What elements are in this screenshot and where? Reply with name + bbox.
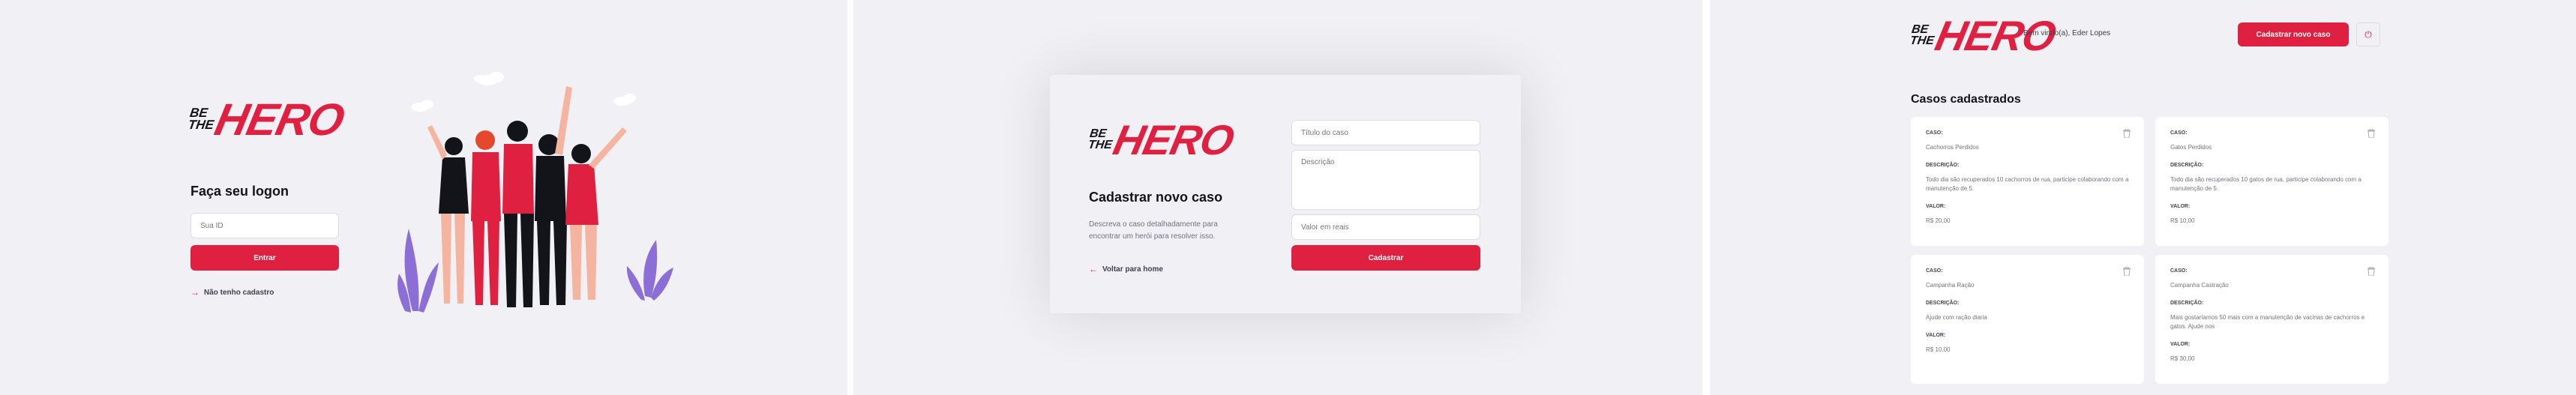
case-card: CASO: Campanha Ração DESCRIÇÃO: Ajude co… [1911, 255, 2144, 384]
description-label: DESCRIÇÃO: [2170, 301, 2204, 306]
logo-word-hero: HERO [210, 94, 349, 145]
case-description: Todo dia são recuperados 10 gatos de rua… [2170, 176, 2362, 192]
new-case-button[interactable]: Cadastrar novo caso [2238, 22, 2349, 46]
case-card: CASO: Cachorros Perdidos DESCRIÇÃO: Todo… [1911, 117, 2144, 246]
case-value: R$ 30,00 [2170, 355, 2195, 362]
register-link-label: Não tenho cadastro [204, 288, 274, 297]
power-icon: ⏻ [2365, 28, 2372, 40]
case-value: R$ 20,00 [1926, 217, 1951, 224]
case-description: Todo dia são recuperados 10 cachorros de… [1926, 176, 2129, 192]
trash-icon[interactable] [2368, 129, 2375, 138]
value-label: VALOR: [1926, 204, 1946, 209]
back-home-link[interactable]: ← Voltar para home [1089, 264, 1163, 274]
case-label: CASO: [1926, 268, 1943, 274]
case-card: CASO: Campanha Castração DESCRIÇÃO: Mais… [2155, 255, 2389, 384]
new-case-screen: BE THE HERO Cadastrar novo caso Descreva … [853, 0, 1702, 395]
logon-title: Faça seu logon [190, 184, 289, 199]
description-label: DESCRIÇÃO: [1926, 163, 1960, 168]
be-the-hero-logo: BE THE HERO [1087, 115, 1238, 164]
case-description-textarea[interactable] [1291, 150, 1480, 210]
register-link[interactable]: → Não tenho cadastro [190, 287, 274, 298]
id-input[interactable] [190, 213, 339, 238]
page-title: Cadastrar novo caso [1089, 190, 1223, 205]
arrow-left-icon: ← [1089, 264, 1098, 274]
logo-line-the: THE [1909, 34, 1936, 48]
description-label: DESCRIÇÃO: [2170, 163, 2204, 168]
new-case-card: BE THE HERO Cadastrar novo caso Descreva … [1050, 75, 1521, 313]
page-description: Descreva o caso detalhadamente para enco… [1089, 220, 1218, 241]
case-card: CASO: Gatos Perdidos DESCRIÇÃO: Todo dia… [2155, 117, 2389, 246]
case-title: Gatos Perdidos [2170, 144, 2212, 151]
value-label: VALOR: [2170, 342, 2191, 347]
login-button[interactable]: Entrar [190, 245, 339, 271]
back-home-label: Voltar para home [1102, 265, 1163, 274]
be-the-hero-logo: BE THE HERO [187, 94, 349, 145]
logo-line-the: THE [187, 118, 215, 133]
heroes-illustration [397, 72, 673, 313]
case-title-input[interactable] [1291, 120, 1480, 145]
case-description: Mais gostaríamos 50 mais com a manutençã… [2170, 314, 2365, 330]
trash-icon[interactable] [2123, 267, 2131, 276]
logo-word-hero: HERO [1109, 116, 1238, 163]
profile-screen: BE THE HERO Bem vindo(a), Eder Lopes Cada… [1710, 0, 2576, 395]
case-value: R$ 10,00 [2170, 217, 2195, 224]
case-label: CASO: [2170, 130, 2188, 136]
trash-icon[interactable] [2368, 267, 2375, 276]
case-label: CASO: [2170, 268, 2188, 274]
case-title: Cachorros Perdidos [1926, 144, 1979, 151]
case-label: CASO: [1926, 130, 1943, 136]
case-title: Campanha Castração [2170, 282, 2229, 289]
trash-icon[interactable] [2123, 129, 2131, 138]
case-title: Campanha Ração [1926, 282, 1975, 289]
logon-screen: BETHE HERO Faça seu logon Entrar → Não t… [0, 0, 847, 395]
logout-button[interactable]: ⏻ [2356, 22, 2380, 46]
logo-line-the: THE [1087, 139, 1114, 152]
value-label: VALOR: [2170, 204, 2191, 209]
register-case-button[interactable]: Cadastrar [1291, 245, 1480, 271]
case-value-input[interactable] [1291, 214, 1480, 240]
case-description: Ajude com ração diaria [1926, 314, 1987, 321]
welcome-text: Bem vindo(a), Eder Lopes [2023, 29, 2111, 37]
description-label: DESCRIÇÃO: [1926, 301, 1960, 306]
login-icon: → [190, 287, 199, 298]
case-value: R$ 10,00 [1926, 346, 1951, 353]
value-label: VALOR: [1926, 333, 1946, 338]
cases-title: Casos cadastrados [1911, 93, 2021, 106]
